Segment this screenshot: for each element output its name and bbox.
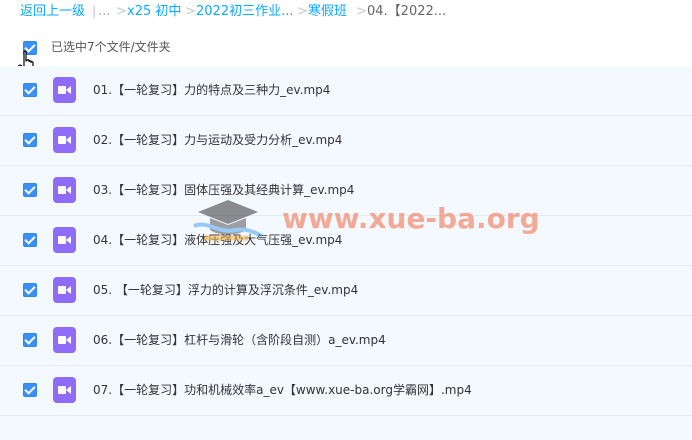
file-name[interactable]: 05. 【一轮复习】浮力的计算及浮沉条件_ev.mp4: [93, 281, 358, 298]
file-name[interactable]: 02.【一轮复习】力与运动及受力分析_ev.mp4: [93, 131, 342, 148]
selection-bar: 已选中7个文件/文件夹: [0, 30, 692, 64]
file-name[interactable]: 06.【一轮复习】杠杆与滑轮（含阶段自测）a_ev.mp4: [93, 331, 386, 348]
file-row[interactable]: 07.【一轮复习】功和机械效率a_ev【www.xue-ba.org学霸网】.m…: [0, 366, 692, 416]
video-file-icon: [53, 327, 76, 353]
file-checkbox[interactable]: [23, 133, 37, 147]
file-name[interactable]: 01.【一轮复习】力的特点及三种力_ev.mp4: [93, 81, 330, 98]
video-file-icon: [53, 127, 76, 153]
file-name[interactable]: 07.【一轮复习】功和机械效率a_ev【www.xue-ba.org学霸网】.m…: [93, 381, 472, 398]
selection-count-label: 已选中7个文件/文件夹: [51, 40, 171, 54]
breadcrumb-item-2022[interactable]: 2022初三作业...: [196, 0, 293, 24]
file-checkbox[interactable]: [23, 383, 37, 397]
file-row[interactable]: 05. 【一轮复习】浮力的计算及浮沉条件_ev.mp4: [0, 266, 692, 316]
video-file-icon: [53, 177, 76, 203]
breadcrumb-item-winter[interactable]: 寒假班: [308, 0, 347, 24]
breadcrumb-arrow: >: [185, 4, 196, 19]
video-file-icon: [53, 377, 76, 403]
file-checkbox[interactable]: [23, 233, 37, 247]
file-list: 01.【一轮复习】力的特点及三种力_ev.mp4 02.【一轮复习】力与运动及受…: [0, 66, 692, 440]
breadcrumb: 返回上一级 | ... > x25 初中 > 2022初三作业... > 寒假班…: [0, 0, 692, 24]
file-row[interactable]: 04.【一轮复习】液体压强及大气压强_ev.mp4: [0, 216, 692, 266]
breadcrumb-arrow: >: [116, 4, 127, 19]
file-row[interactable]: 01.【一轮复习】力的特点及三种力_ev.mp4: [0, 66, 692, 116]
file-name[interactable]: 03.【一轮复习】固体压强及其经典计算_ev.mp4: [93, 181, 354, 198]
back-link[interactable]: 返回上一级: [20, 0, 85, 24]
file-checkbox[interactable]: [23, 283, 37, 297]
file-checkbox[interactable]: [23, 83, 37, 97]
file-name[interactable]: 04.【一轮复习】液体压强及大气压强_ev.mp4: [93, 231, 342, 248]
breadcrumb-separator: |: [92, 4, 97, 19]
breadcrumb-arrow: >: [297, 4, 308, 19]
file-checkbox[interactable]: [23, 183, 37, 197]
breadcrumb-item-x25[interactable]: x25 初中: [127, 0, 181, 24]
video-file-icon: [53, 227, 76, 253]
file-row[interactable]: 03.【一轮复习】固体压强及其经典计算_ev.mp4: [0, 166, 692, 216]
file-row[interactable]: 02.【一轮复习】力与运动及受力分析_ev.mp4: [0, 116, 692, 166]
breadcrumb-ellipsis[interactable]: ...: [98, 0, 110, 24]
file-row[interactable]: 06.【一轮复习】杠杆与滑轮（含阶段自测）a_ev.mp4: [0, 316, 692, 366]
video-file-icon: [53, 277, 76, 303]
video-file-icon: [53, 77, 76, 103]
breadcrumb-current: 04.【2022...: [367, 4, 447, 19]
breadcrumb-arrow: >: [356, 4, 367, 19]
file-checkbox[interactable]: [23, 333, 37, 347]
